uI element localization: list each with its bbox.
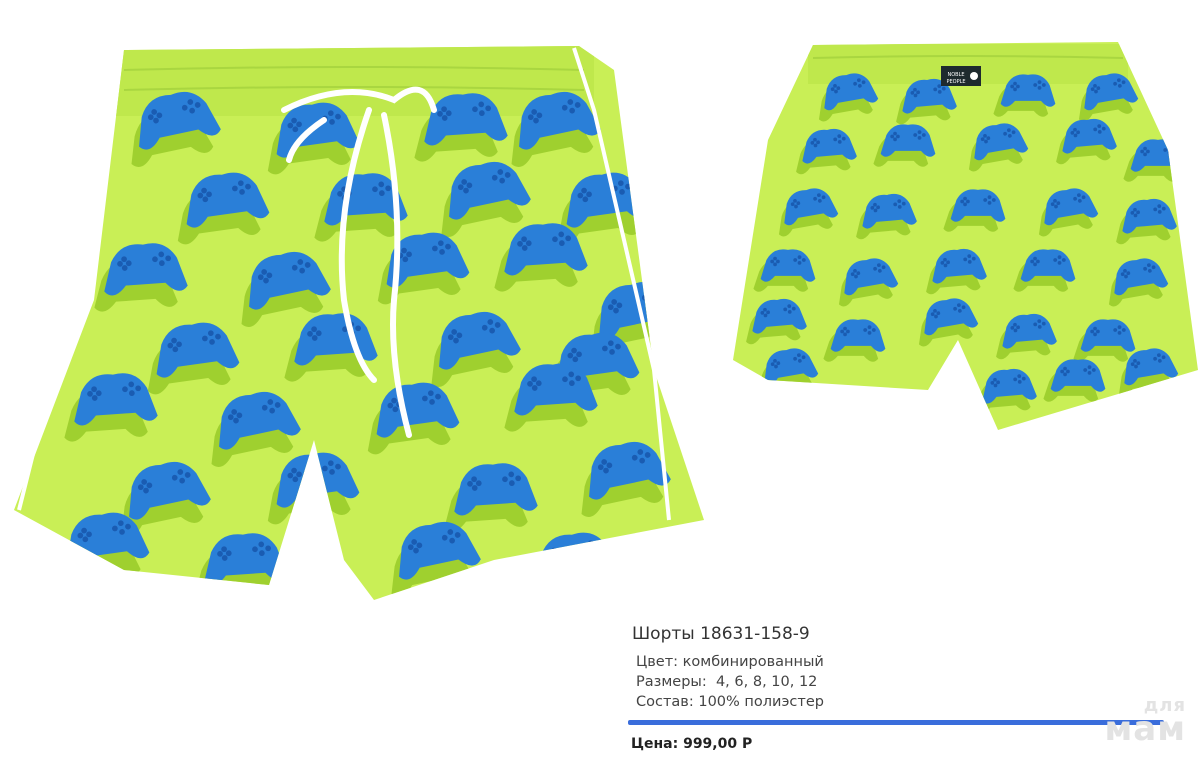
brand-label: NOBLE PEOPLE — [941, 66, 981, 86]
shorts-front-photo — [14, 46, 704, 600]
product-price: Цена: 999,00 Р — [631, 736, 753, 752]
product-composition: Состав: 100% полиэстер — [636, 694, 824, 710]
accent-divider — [628, 720, 1164, 725]
svg-text:PEOPLE: PEOPLE — [946, 79, 965, 85]
product-title: Шорты 18631-158-9 — [632, 624, 810, 644]
watermark-bottom: мам — [1104, 709, 1186, 750]
product-info: Шорты 18631-158-9 Цвет: комбинированный … — [628, 624, 1168, 712]
product-sizes: Размеры: 4, 6, 8, 10, 12 — [636, 674, 818, 690]
product-color: Цвет: комбинированный — [636, 654, 824, 670]
brand-label-text: NOBLE — [947, 72, 964, 78]
product-specs: Цвет: комбинированный Размеры: 4, 6, 8, … — [636, 652, 1168, 712]
shorts-back-photo: NOBLE PEOPLE — [733, 42, 1198, 430]
watermark-logo: для мам — [1104, 696, 1186, 750]
